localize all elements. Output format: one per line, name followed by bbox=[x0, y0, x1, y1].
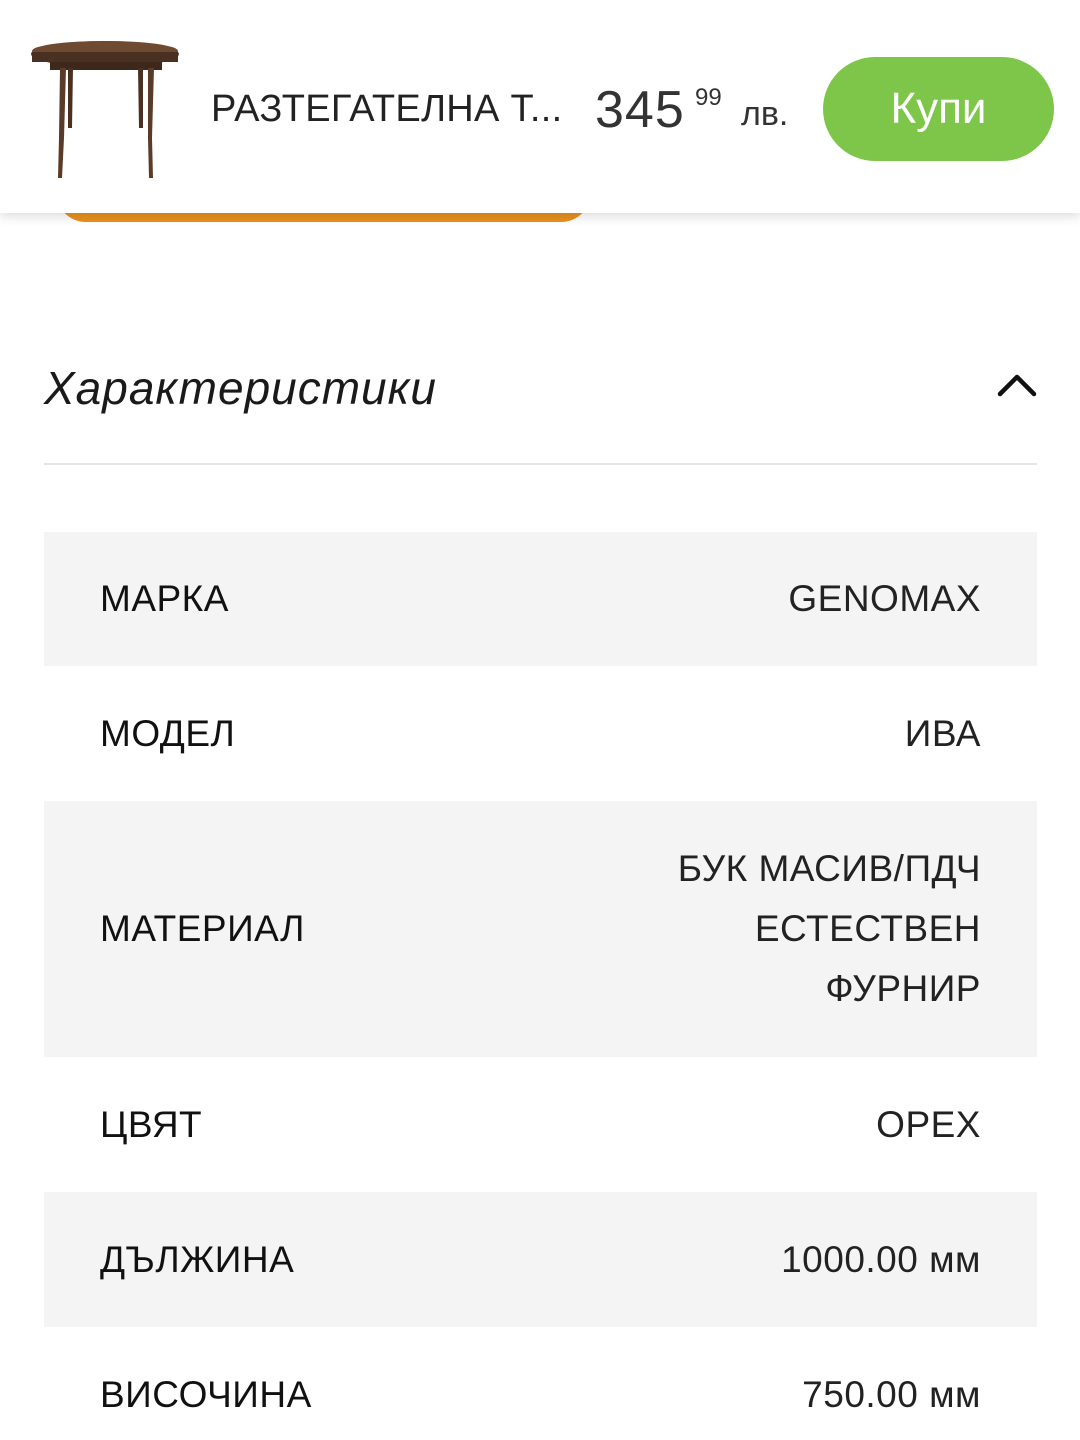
specifications-title: Характеристики bbox=[44, 362, 437, 414]
spec-label: ЦВЯТ bbox=[100, 1103, 203, 1145]
price-cents: 99 bbox=[695, 84, 722, 111]
specifications-table: МАРКА GENOMAX МОДЕЛ ИВА МАТЕРИАЛ БУК МАС… bbox=[44, 532, 1037, 1440]
spec-row-brand: МАРКА GENOMAX bbox=[44, 532, 1037, 666]
spec-value: ИВА bbox=[904, 712, 981, 754]
spec-value: GENOMAX bbox=[788, 578, 981, 619]
spec-value: 750.00 мм bbox=[802, 1373, 981, 1415]
spec-value: БУК МАСИВ/ПДЧ ЕСТЕСТВЕН ФУРНИР bbox=[677, 848, 981, 1009]
product-name: РАЗТЕГАТЕЛНА Т... bbox=[211, 88, 563, 130]
price-main: 345 bbox=[595, 81, 685, 139]
spec-label: МАРКА bbox=[100, 578, 229, 619]
spec-row-color: ЦВЯТ ОРЕХ bbox=[44, 1057, 1037, 1192]
spec-row-height: ВИСОЧИНА 750.00 мм bbox=[44, 1327, 1037, 1440]
product-page: РАЗТЕГАТЕЛНА Т... 345 99 лв. Купи Характ… bbox=[0, 0, 1080, 1440]
spec-row-model: МОДЕЛ ИВА bbox=[44, 666, 1037, 801]
spec-value: 1000.00 мм bbox=[781, 1238, 981, 1280]
spec-row-length: ДЪЛЖИНА 1000.00 мм bbox=[44, 1192, 1037, 1327]
spec-label: ДЪЛЖИНА bbox=[100, 1238, 295, 1280]
spec-label: МОДЕЛ bbox=[100, 712, 236, 754]
spec-label: ВИСОЧИНА bbox=[100, 1373, 312, 1415]
price-currency: лв. bbox=[741, 95, 789, 133]
buy-button[interactable]: Купи bbox=[823, 57, 1054, 161]
specifications-accordion-header[interactable]: Характеристики bbox=[44, 330, 1037, 465]
spec-row-material: МАТЕРИАЛ БУК МАСИВ/ПДЧ ЕСТЕСТВЕН ФУРНИР bbox=[44, 801, 1037, 1057]
chevron-up-icon[interactable] bbox=[997, 370, 1037, 400]
sticky-product-bar: РАЗТЕГАТЕЛНА Т... 345 99 лв. Купи bbox=[0, 0, 1080, 213]
spec-value: ОРЕХ bbox=[876, 1103, 981, 1145]
product-thumbnail bbox=[31, 41, 179, 178]
spec-label: МАТЕРИАЛ bbox=[100, 908, 305, 949]
